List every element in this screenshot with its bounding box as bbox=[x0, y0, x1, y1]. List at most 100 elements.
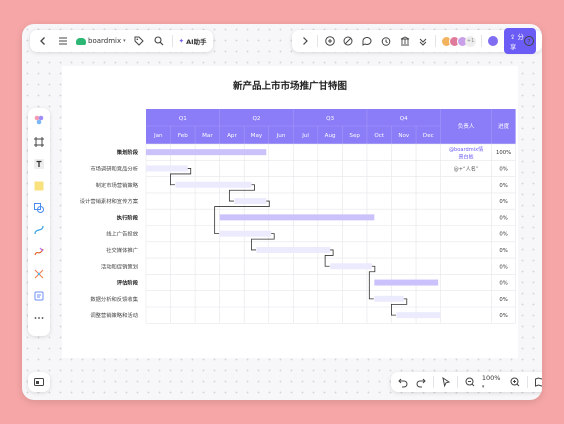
ai-star-icon: ✦ bbox=[178, 37, 185, 45]
task-bar[interactable] bbox=[374, 295, 404, 302]
task-label: 制定市场营销策略 bbox=[96, 181, 139, 189]
minimap-toggle[interactable] bbox=[28, 372, 50, 392]
progress-text: 0% bbox=[499, 166, 507, 172]
chevron-down-icon: ▾ bbox=[481, 384, 485, 390]
task-bar[interactable] bbox=[396, 312, 441, 319]
month-label: Nov bbox=[398, 133, 410, 139]
phase-bar[interactable] bbox=[146, 149, 267, 156]
task-bar[interactable] bbox=[219, 230, 272, 237]
gantt-chart: Q1 Q2 Q3 Q4 Jan Feb Mar Apr May Jun Jul Aug Sep Oct No… bbox=[80, 109, 516, 324]
toolbar-divider bbox=[457, 376, 459, 388]
month-label: Jan bbox=[153, 133, 163, 139]
sticky-note-icon[interactable] bbox=[31, 178, 47, 194]
more-icon[interactable] bbox=[31, 310, 47, 326]
shapes-palette-icon[interactable] bbox=[31, 112, 47, 128]
toolbar-divider bbox=[316, 35, 318, 47]
task-label: 市场调研和竞品分析 bbox=[90, 164, 138, 172]
frame-icon[interactable] bbox=[31, 134, 47, 150]
ai-assistant-button[interactable]: ✦ AI助手 bbox=[179, 36, 207, 46]
bottom-toolbar: 100% ▾ bbox=[391, 372, 542, 392]
month-label: Dec bbox=[423, 133, 434, 139]
ai-assistant-label: AI助手 bbox=[186, 38, 207, 46]
library-icon[interactable] bbox=[398, 34, 412, 48]
toolbar-divider bbox=[527, 376, 529, 388]
chevron-right-icon[interactable] bbox=[298, 34, 312, 48]
redo-icon[interactable] bbox=[414, 375, 427, 389]
task-label: 活动和促销策划 bbox=[101, 262, 138, 270]
progress-text: 0% bbox=[499, 183, 507, 189]
cursor-icon[interactable] bbox=[439, 375, 452, 389]
task-bar[interactable] bbox=[330, 263, 372, 270]
gantt-board[interactable]: 新产品上市市场推广甘特图 Q1 Q2 Q3 Q4 Jan Feb Mar Apr May Jun J… bbox=[62, 66, 518, 358]
progress-header: 进度 bbox=[498, 122, 510, 130]
owner-text: @+“人名” bbox=[454, 165, 479, 172]
comment-icon[interactable] bbox=[360, 34, 374, 48]
zoom-out-icon[interactable] bbox=[463, 375, 476, 389]
task-bar[interactable] bbox=[146, 165, 188, 172]
brand-name: boardmix bbox=[88, 37, 122, 45]
owner-text: 景白板 bbox=[458, 154, 473, 161]
month-label: Sep bbox=[349, 133, 360, 139]
text-icon[interactable] bbox=[31, 156, 47, 172]
owner-text: @boardmix情 bbox=[449, 146, 483, 153]
month-label: Jun bbox=[276, 133, 286, 139]
month-label: Oct bbox=[374, 133, 384, 139]
zoom-level[interactable]: 100% ▾ bbox=[482, 374, 504, 390]
undo-icon[interactable] bbox=[396, 375, 409, 389]
tag-icon[interactable] bbox=[132, 34, 146, 48]
map-icon[interactable] bbox=[533, 375, 542, 389]
template-icon[interactable] bbox=[31, 288, 47, 304]
month-label: Feb bbox=[178, 133, 188, 139]
task-bar[interactable] bbox=[175, 181, 252, 188]
phase-label: 执行阶段 bbox=[117, 213, 139, 221]
shape-icon[interactable] bbox=[31, 200, 47, 216]
month-label: Mar bbox=[202, 133, 213, 139]
progress-text: 100% bbox=[496, 150, 511, 156]
avatar-extra-count: +1 bbox=[465, 35, 477, 47]
phase-bar[interactable] bbox=[374, 279, 439, 286]
top-left-toolbar: boardmix ▾ ✦ AI助手 bbox=[30, 30, 213, 52]
add-circle-icon[interactable] bbox=[323, 34, 337, 48]
task-label: 线上广告投放 bbox=[106, 230, 138, 238]
collaborator-avatars[interactable]: +1 bbox=[441, 35, 477, 47]
task-bar[interactable] bbox=[256, 246, 331, 253]
progress-text: 0% bbox=[499, 215, 507, 221]
month-label: Jul bbox=[301, 133, 309, 139]
progress-text: 0% bbox=[499, 297, 507, 303]
pen-icon[interactable] bbox=[31, 244, 47, 260]
month-label: Aug bbox=[325, 133, 336, 139]
toolbar-divider bbox=[481, 35, 483, 47]
help-icon[interactable]: ? bbox=[522, 34, 536, 48]
user-avatar[interactable] bbox=[487, 35, 499, 47]
task-label: 社交媒体推广 bbox=[106, 246, 138, 254]
progress-text: 0% bbox=[499, 199, 507, 205]
menu-icon[interactable] bbox=[56, 34, 70, 48]
progress-text: 0% bbox=[499, 313, 507, 319]
magic-icon[interactable] bbox=[341, 34, 355, 48]
tool-sidebar bbox=[28, 108, 50, 336]
search-icon[interactable] bbox=[152, 34, 166, 48]
task-label: 调整营销策略和活动 bbox=[90, 311, 138, 319]
zoom-value: 100% bbox=[481, 374, 501, 382]
owner-header: 负责人 bbox=[458, 122, 475, 130]
toolbar-divider bbox=[435, 35, 437, 47]
minimap-icon bbox=[32, 375, 46, 389]
svg-text:?: ? bbox=[527, 38, 530, 45]
back-icon[interactable] bbox=[36, 34, 50, 48]
phase-bar[interactable] bbox=[219, 214, 375, 221]
progress-text: 0% bbox=[499, 264, 507, 270]
mind-map-icon[interactable] bbox=[31, 266, 47, 282]
task-bar[interactable] bbox=[234, 198, 267, 205]
brand-logo[interactable]: boardmix ▾ bbox=[76, 37, 126, 45]
phase-label: 策划阶段 bbox=[117, 148, 139, 156]
connector-icon[interactable] bbox=[31, 222, 47, 238]
quarter-label: Q3 bbox=[326, 116, 334, 122]
quarter-label: Q1 bbox=[179, 116, 187, 122]
timer-icon[interactable] bbox=[379, 34, 393, 48]
toolbar-divider bbox=[171, 35, 173, 47]
toolbar-divider bbox=[432, 376, 434, 388]
expand-icon[interactable] bbox=[416, 34, 430, 48]
top-right-toolbar: +1 ⇪ 分享 bbox=[292, 28, 542, 54]
zoom-in-icon[interactable] bbox=[509, 375, 522, 389]
progress-text: 0% bbox=[499, 281, 507, 287]
